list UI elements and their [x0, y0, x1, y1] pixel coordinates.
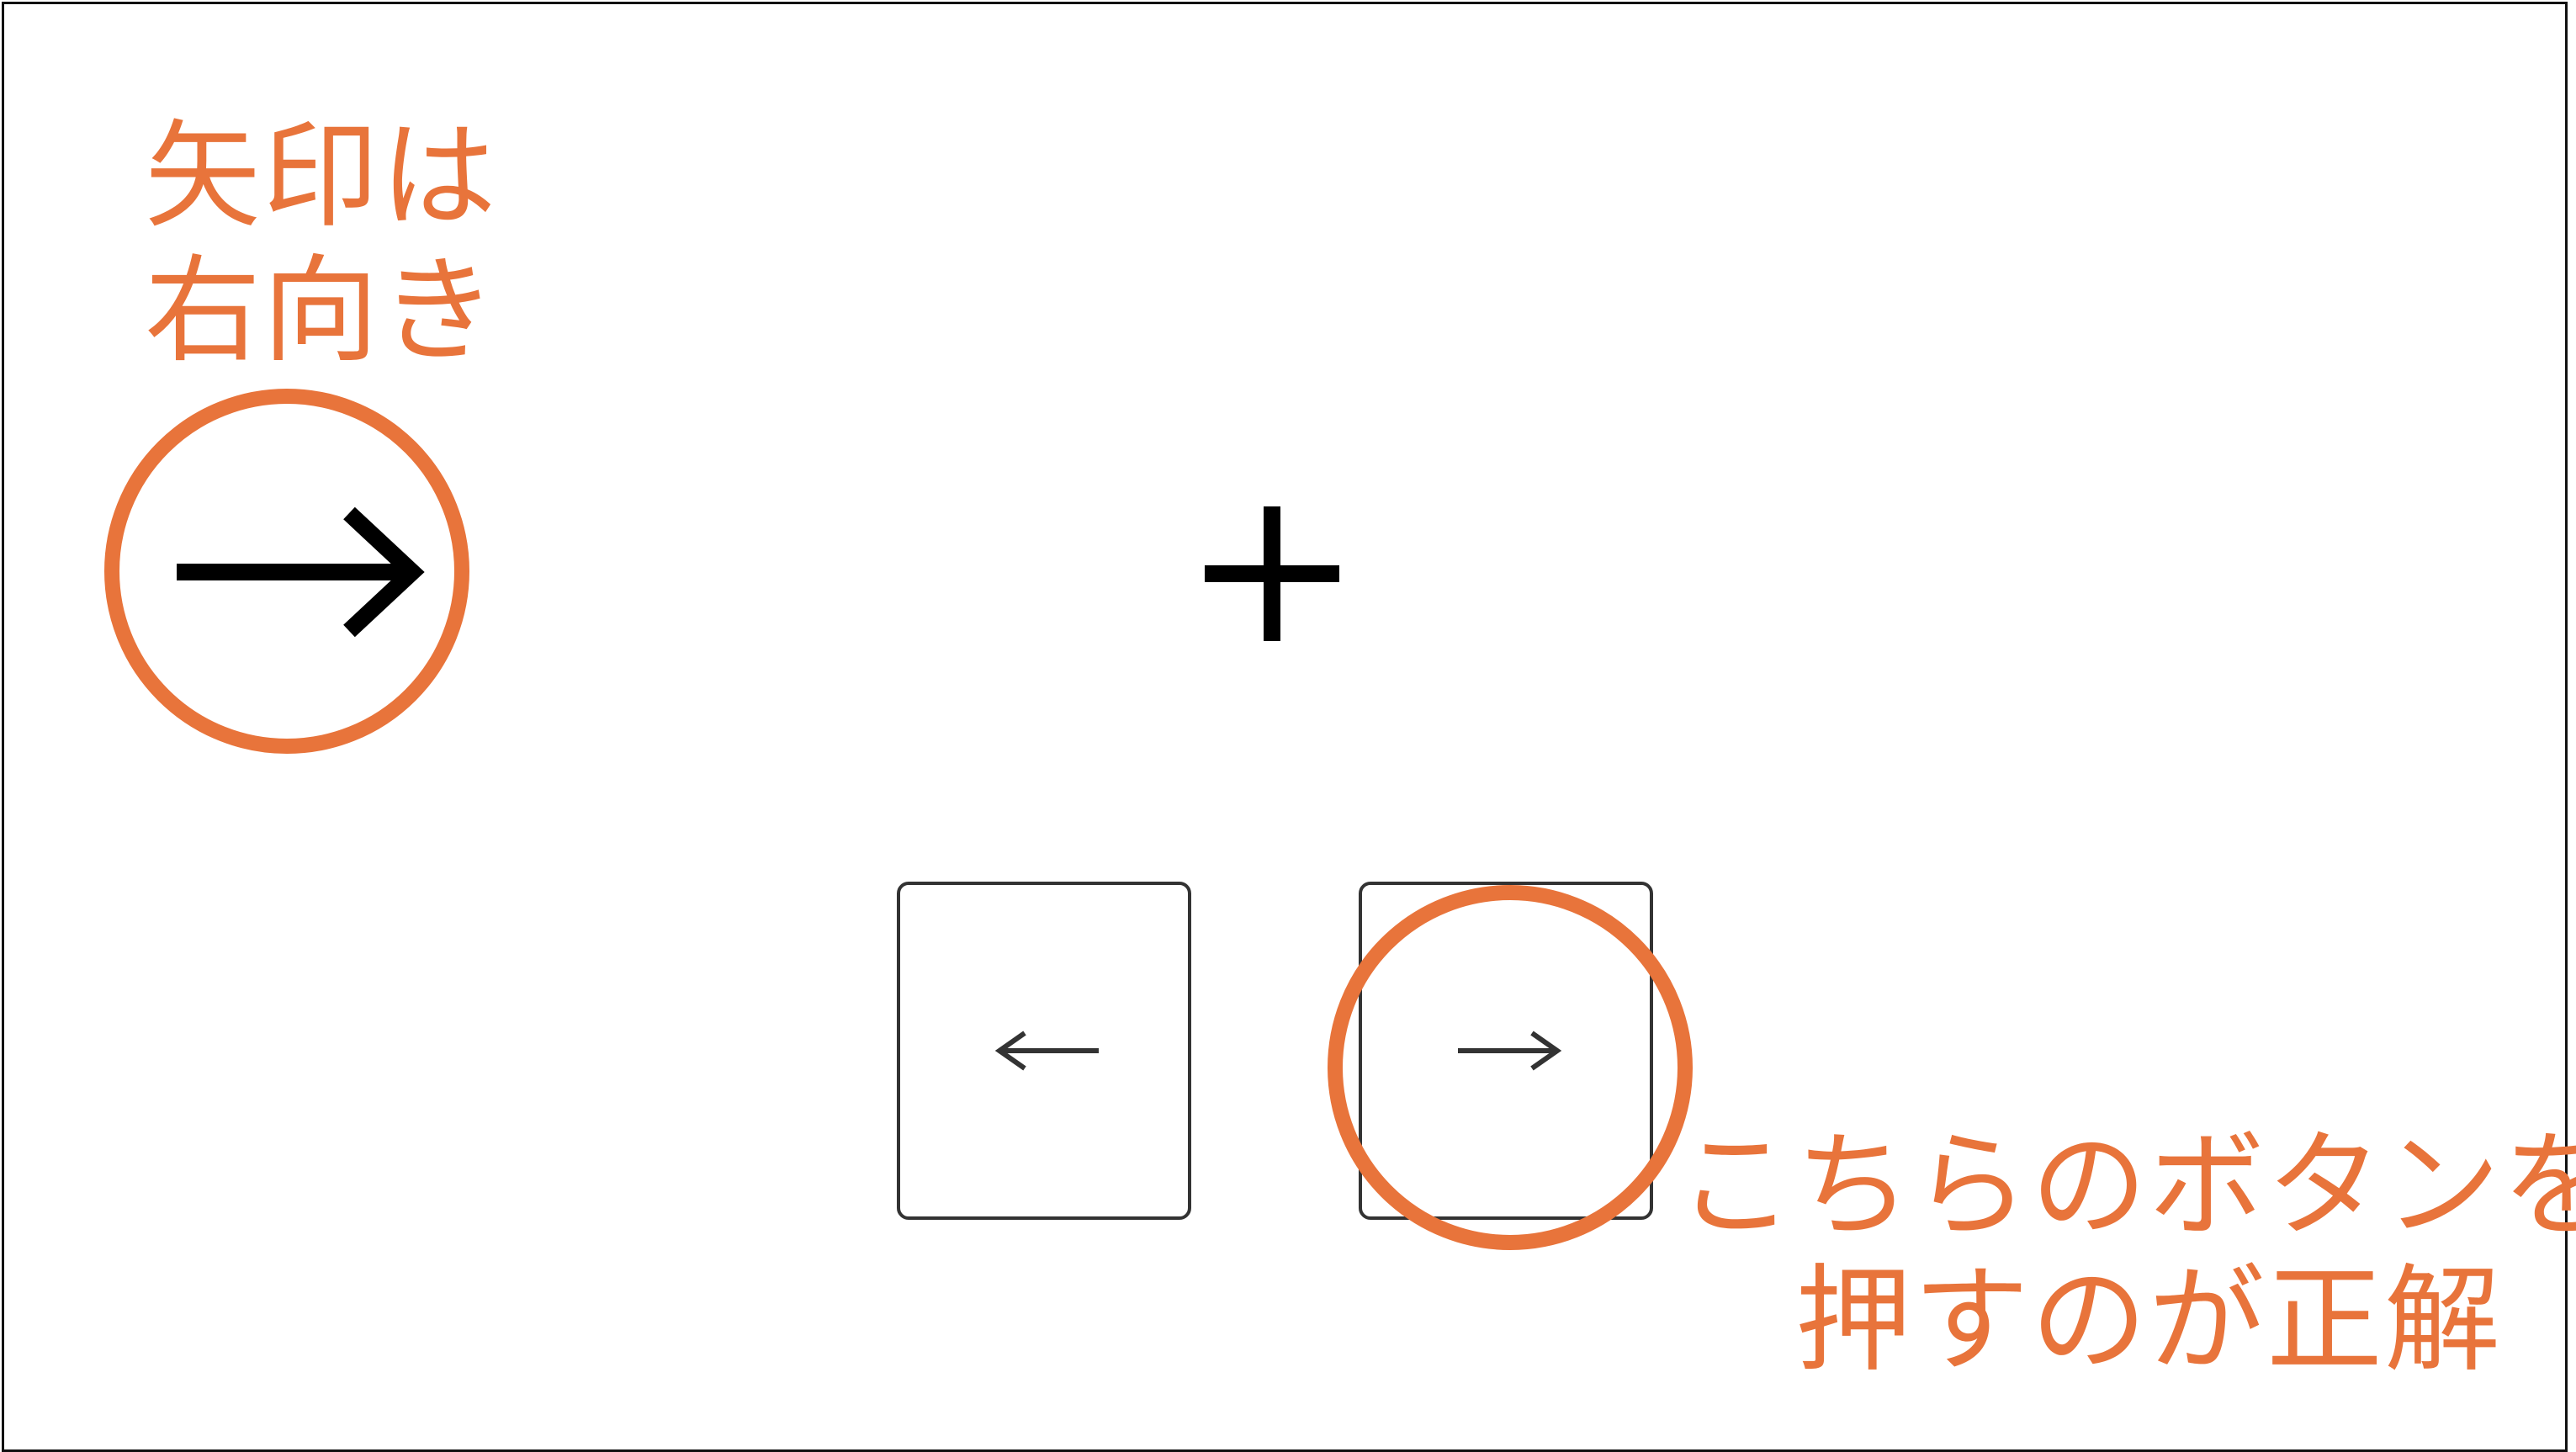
answer-annotation: こちらのボタンを 押すのが正解: [1678, 1119, 2576, 1388]
answer-annotation-line-2: 押すのが正解: [1795, 1253, 2503, 1388]
cue-annotation: 矢印は 右向き: [145, 109, 498, 379]
right-arrow-button[interactable]: [1359, 882, 1653, 1220]
answer-annotation-line-1: こちらのボタンを: [1678, 1118, 2576, 1253]
fixation-plus-icon: [1205, 506, 1339, 641]
cue-annotation-line-1: 矢印は: [145, 109, 499, 244]
arrow-left-icon: [994, 1031, 1099, 1071]
cue-annotation-line-2: 右向き: [145, 243, 499, 379]
left-arrow-button[interactable]: [897, 882, 1191, 1220]
arrow-right-icon: [1458, 1031, 1562, 1071]
cue-arrow-right-icon: [177, 506, 425, 638]
